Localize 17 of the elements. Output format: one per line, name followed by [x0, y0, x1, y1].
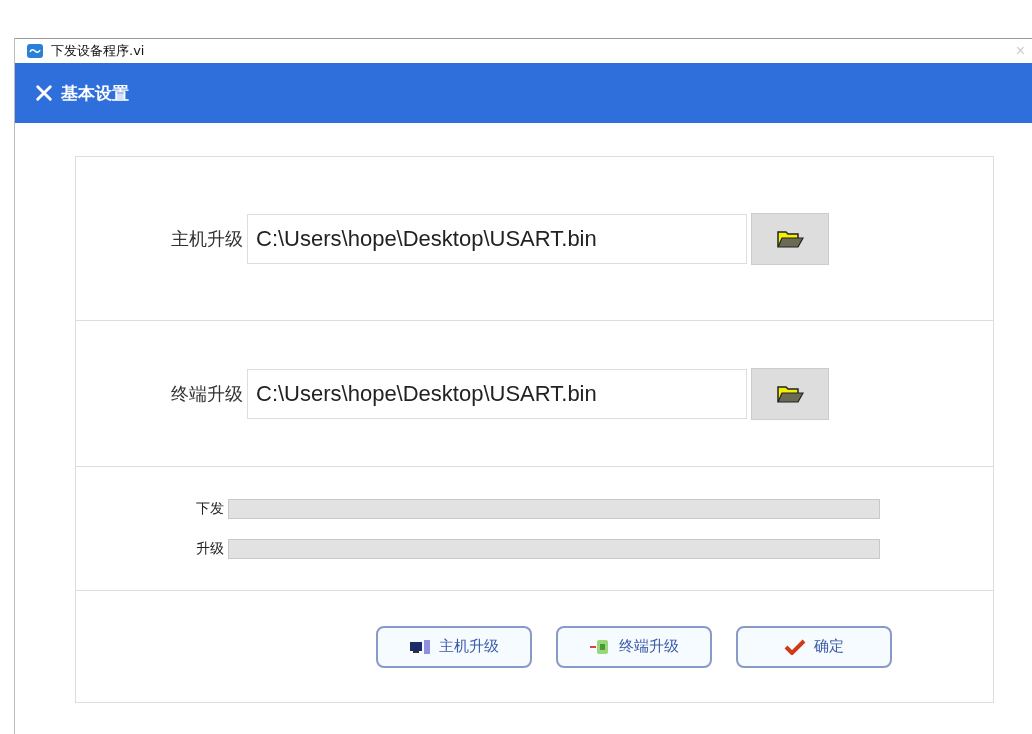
window-title: 下发设备程序.vi	[51, 42, 146, 60]
field-label: 主机升级	[171, 226, 243, 251]
app-icon	[27, 43, 43, 59]
section-title: 基本设置	[61, 81, 129, 105]
computer-icon	[409, 638, 431, 655]
progress-label: 升级	[196, 539, 224, 558]
field-label: 终端升级	[171, 381, 243, 406]
confirm-button[interactable]: 确定	[736, 625, 892, 668]
check-icon	[784, 638, 806, 655]
browse-button[interactable]	[751, 212, 829, 265]
upgrade-button[interactable]: 主机升级	[376, 625, 532, 668]
upgrade-button[interactable]: 终端升级	[556, 625, 712, 668]
device-icon	[589, 638, 611, 655]
progress-label: 下发	[196, 499, 224, 518]
path-field[interactable]: C:\Users\hope\Desktop\USART.bin	[247, 213, 747, 264]
browse-button[interactable]	[751, 367, 829, 420]
path-field[interactable]: C:\Users\hope\Desktop\USART.bin	[247, 368, 747, 419]
